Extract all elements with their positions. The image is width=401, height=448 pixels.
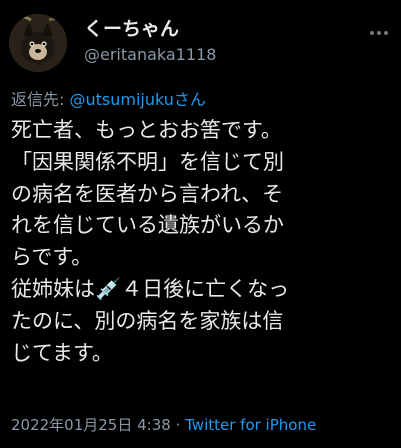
tweet-text-line: じてます。 xyxy=(11,340,113,365)
tweet-meta: 2022年01月25日 4:38 · Twitter for iPhone xyxy=(11,414,316,435)
tweet-text-line: たのに、別の病名を家族は信 xyxy=(11,308,284,333)
more-options-button[interactable] xyxy=(368,18,390,40)
more-horizontal-icon xyxy=(369,20,390,39)
source-link[interactable]: Twitter for iPhone xyxy=(185,416,316,434)
timestamp[interactable]: 2022年01月25日 4:38 xyxy=(11,416,171,434)
reply-prefix: 返信先: xyxy=(11,90,70,109)
tweet-text-line: 「因果関係不明」を信じて別 xyxy=(11,149,284,174)
tweet-text-line: らです。 xyxy=(11,245,93,270)
tweet-text-line: 死亡者、もっとおお筈です。 xyxy=(11,118,282,142)
tweet-text-line: れを信じている遺族がいるか xyxy=(11,213,284,238)
avatar[interactable] xyxy=(9,14,67,72)
tweet-text-line: の病名を医者から言われ、そ xyxy=(11,181,284,206)
reply-to-line: 返信先: @utsumijukuさん xyxy=(11,86,206,110)
tweet-text: 死亡者、もっとおお筈です。 「因果関係不明」を信じて別 の病名を医者から言われ、… xyxy=(11,115,395,369)
tweet-text-line: 従姉妹は💉４日後に亡くなっ xyxy=(11,276,290,301)
author-handle[interactable]: @eritanaka1118 xyxy=(84,45,216,64)
author-display-name[interactable]: くーちゃん xyxy=(84,14,179,41)
meta-separator: · xyxy=(170,416,186,434)
dog-avatar-image xyxy=(9,14,67,72)
reply-mention-link[interactable]: @utsumijukuさん xyxy=(69,90,205,109)
tweet-detail: くーちゃん @eritanaka1118 返信先: @utsumijukuさん … xyxy=(0,0,401,448)
